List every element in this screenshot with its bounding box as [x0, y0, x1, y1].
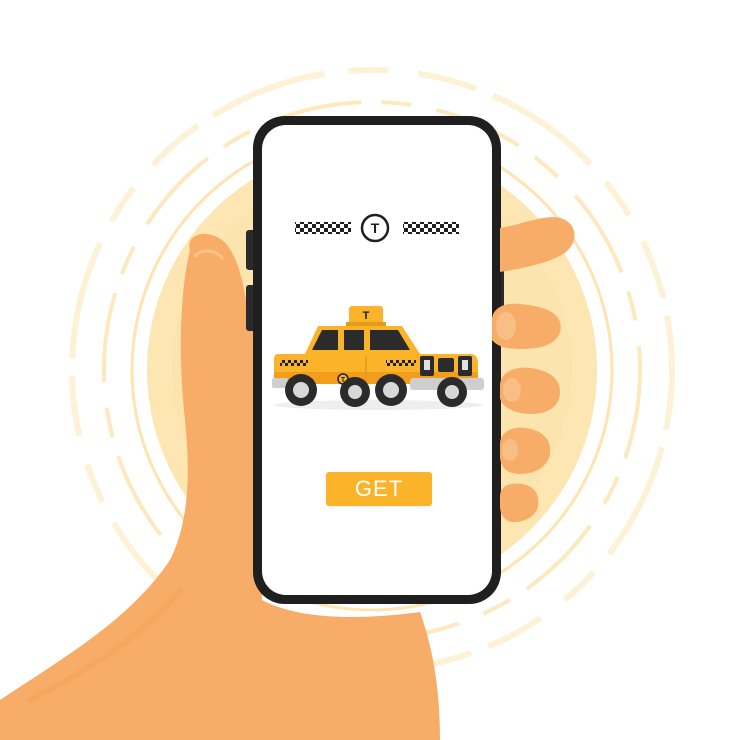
- hand-holding-phone-illustration: T T T: [0, 67, 675, 740]
- front-wheel: [375, 374, 407, 406]
- get-taxi-button[interactable]: GET: [326, 472, 432, 506]
- door-emblem-letter: T: [341, 377, 346, 384]
- roof-sign-letter: T: [363, 310, 370, 322]
- illustration-stage: T T T GET: [0, 0, 740, 740]
- emblem-letter: T: [371, 220, 380, 236]
- checker-stripe-left: [295, 222, 351, 234]
- checker-stripe-right: [403, 222, 459, 234]
- front-right-wheel: [437, 377, 467, 407]
- rear-wheel: [285, 374, 317, 406]
